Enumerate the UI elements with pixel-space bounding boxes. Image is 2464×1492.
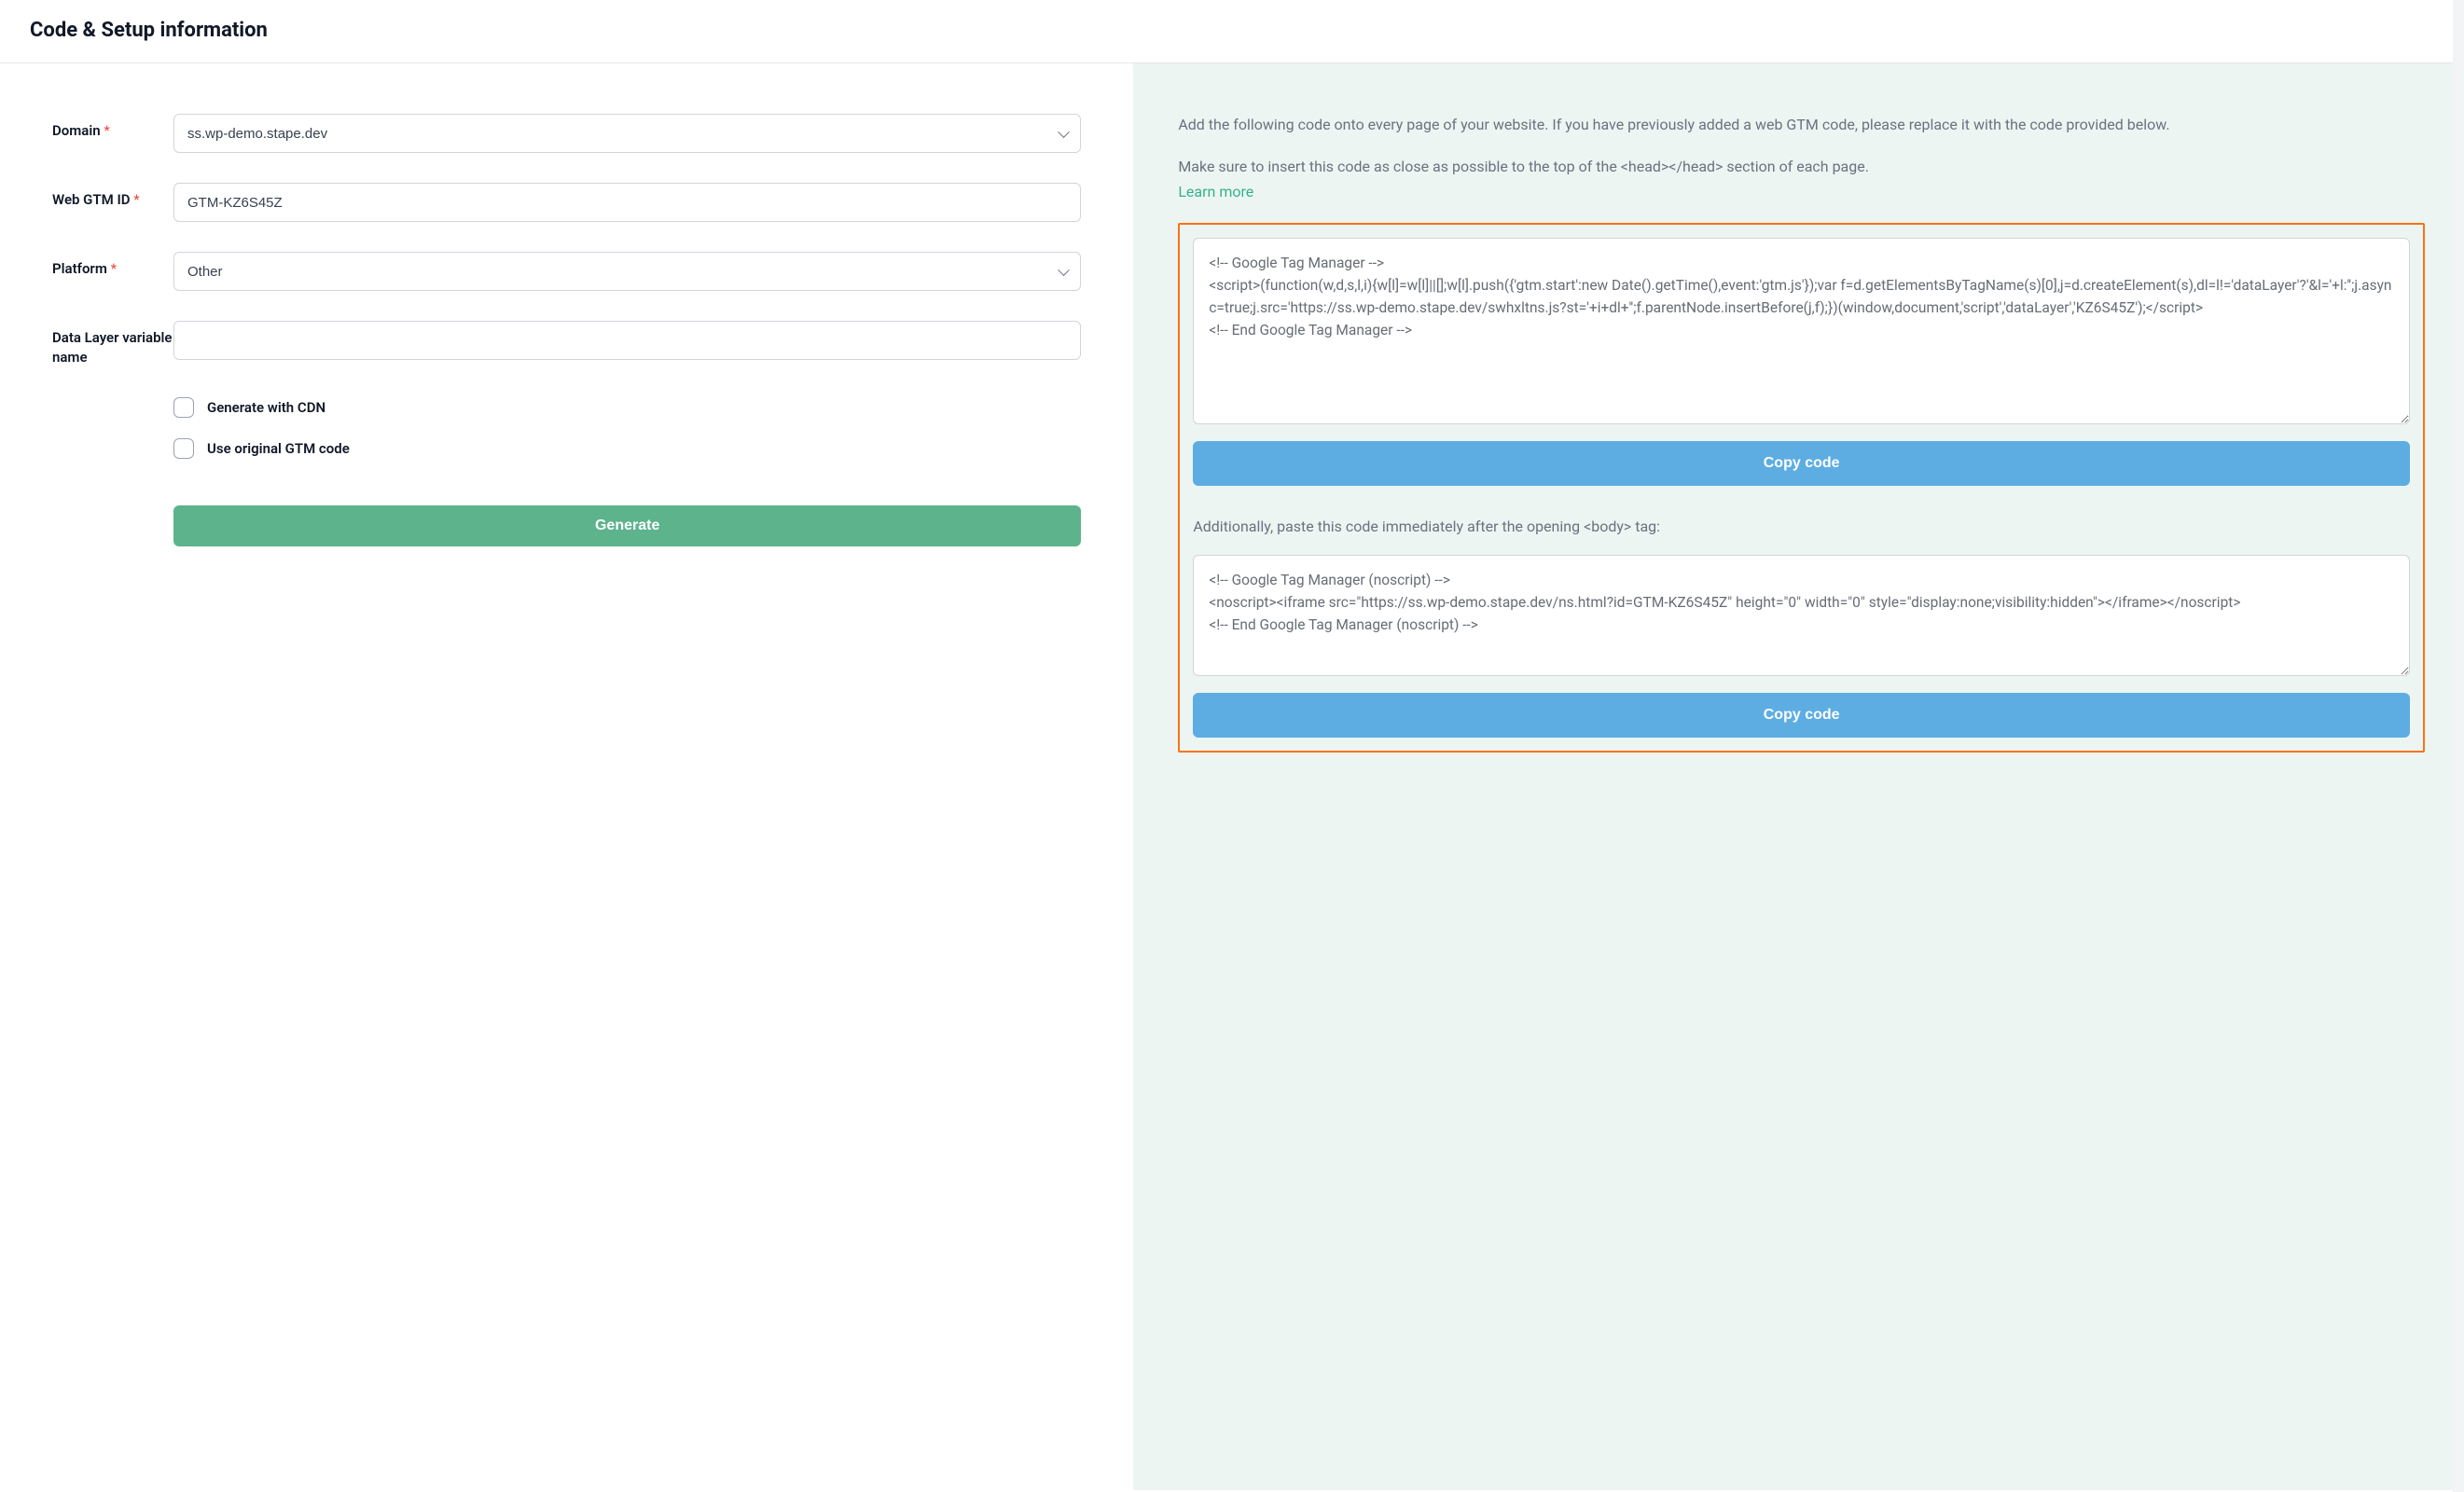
domain-label: Domain *: [52, 114, 173, 141]
options-block: Generate with CDN Use original GTM code …: [173, 397, 1081, 546]
data-layer-wrap: [173, 321, 1081, 360]
web-gtm-id-label: Web GTM ID *: [52, 183, 173, 210]
instruction-text-3: Additionally, paste this code immediatel…: [1193, 516, 2410, 539]
copy-head-code-button[interactable]: Copy code: [1193, 441, 2410, 486]
data-layer-label: Data Layer variable name: [52, 321, 173, 367]
platform-row: Platform *: [52, 252, 1081, 291]
platform-select[interactable]: [173, 252, 1081, 291]
original-checkbox-row: Use original GTM code: [173, 438, 1081, 459]
web-gtm-id-row: Web GTM ID *: [52, 183, 1081, 222]
original-checkbox[interactable]: [173, 438, 194, 459]
original-checkbox-label: Use original GTM code: [207, 440, 350, 457]
instruction-text-1: Add the following code onto every page o…: [1178, 114, 2425, 137]
body-code-textarea[interactable]: <!-- Google Tag Manager (noscript) --> <…: [1193, 555, 2410, 676]
copy-body-code-button[interactable]: Copy code: [1193, 693, 2410, 738]
web-gtm-id-input[interactable]: [173, 183, 1081, 222]
domain-select-wrap: [173, 114, 1081, 153]
web-gtm-id-wrap: [173, 183, 1081, 222]
data-layer-input[interactable]: [173, 321, 1081, 360]
domain-select[interactable]: [173, 114, 1081, 153]
head-code-textarea[interactable]: <!-- Google Tag Manager --> <script>(fun…: [1193, 238, 2410, 424]
content: Domain * Web GTM ID * Platform *: [0, 63, 2464, 1490]
code-highlight-box: <!-- Google Tag Manager --> <script>(fun…: [1178, 223, 2425, 753]
code-panel: Add the following code onto every page o…: [1133, 63, 2464, 1490]
right-gutter: [2453, 0, 2464, 1492]
cdn-checkbox[interactable]: [173, 397, 194, 418]
generate-button[interactable]: Generate: [173, 505, 1081, 546]
learn-more-link[interactable]: Learn more: [1178, 183, 1253, 200]
platform-label: Platform *: [52, 252, 173, 279]
page-header: Code & Setup information: [0, 0, 2464, 63]
platform-select-wrap: [173, 252, 1081, 291]
cdn-checkbox-row: Generate with CDN: [173, 397, 1081, 418]
data-layer-row: Data Layer variable name: [52, 321, 1081, 367]
domain-row: Domain *: [52, 114, 1081, 153]
page-title: Code & Setup information: [30, 19, 2434, 42]
cdn-checkbox-label: Generate with CDN: [207, 399, 325, 416]
form-panel: Domain * Web GTM ID * Platform *: [0, 63, 1133, 1490]
instruction-text-2: Make sure to insert this code as close a…: [1178, 156, 2425, 179]
